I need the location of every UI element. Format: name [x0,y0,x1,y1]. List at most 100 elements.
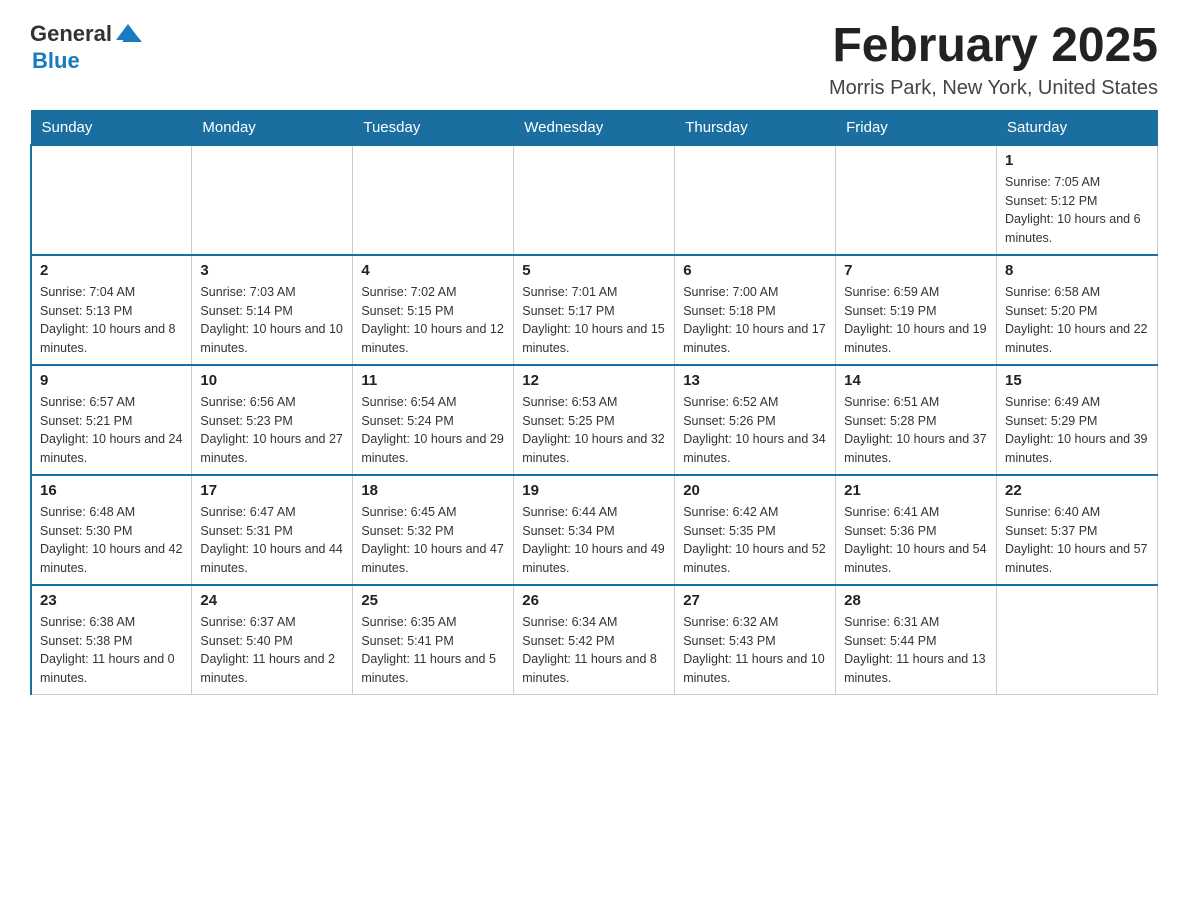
day-number: 26 [522,592,666,609]
day-number: 14 [844,372,988,389]
day-number: 12 [522,372,666,389]
calendar-week-row-1: 1 Sunrise: 7:05 AMSunset: 5:12 PMDaylight… [31,145,1158,255]
calendar-cell: 13 Sunrise: 6:52 AMSunset: 5:26 PMDayligh… [675,365,836,475]
day-number: 2 [40,262,183,279]
calendar-header-saturday: Saturday [997,110,1158,145]
day-number: 22 [1005,482,1149,499]
calendar-header-wednesday: Wednesday [514,110,675,145]
calendar-cell [997,585,1158,695]
day-info: Sunrise: 6:51 AMSunset: 5:28 PMDaylight:… [844,393,988,468]
calendar-cell: 15Sunrise: 6:49 AMSunset: 5:29 PMDayligh… [997,365,1158,475]
calendar-cell: 14 Sunrise: 6:51 AMSunset: 5:28 PMDayligh… [836,365,997,475]
day-info: Sunrise: 6:35 AMSunset: 5:41 PMDaylight:… [361,613,505,688]
logo-icon [114,20,142,48]
calendar-cell [675,145,836,255]
title-group: February 2025 Morris Park, New York, Uni… [829,20,1158,100]
day-number: 7 [844,262,988,279]
day-number: 11 [361,372,505,389]
day-number: 17 [200,482,344,499]
day-number: 4 [361,262,505,279]
calendar-cell: 9 Sunrise: 6:57 AMSunset: 5:21 PMDaylight… [31,365,192,475]
calendar-cell: 24 Sunrise: 6:37 AMSunset: 5:40 PMDayligh… [192,585,353,695]
day-info: Sunrise: 6:42 AMSunset: 5:35 PMDaylight:… [683,503,827,578]
day-number: 28 [844,592,988,609]
day-number: 21 [844,482,988,499]
calendar-cell: 11 Sunrise: 6:54 AMSunset: 5:24 PMDayligh… [353,365,514,475]
day-info: Sunrise: 6:40 AMSunset: 5:37 PMDaylight:… [1005,503,1149,578]
calendar-header-tuesday: Tuesday [353,110,514,145]
day-number: 5 [522,262,666,279]
day-number: 18 [361,482,505,499]
day-number: 8 [1005,262,1149,279]
day-info: Sunrise: 7:04 AMSunset: 5:13 PMDaylight:… [40,283,183,358]
day-info: Sunrise: 6:37 AMSunset: 5:40 PMDaylight:… [200,613,344,688]
day-number: 20 [683,482,827,499]
day-info: Sunrise: 6:41 AMSunset: 5:36 PMDaylight:… [844,503,988,578]
calendar-cell: 3Sunrise: 7:03 AMSunset: 5:14 PMDaylight… [192,255,353,365]
calendar-cell: 5 Sunrise: 7:01 AMSunset: 5:17 PMDaylight… [514,255,675,365]
day-info: Sunrise: 6:47 AMSunset: 5:31 PMDaylight:… [200,503,344,578]
day-info: Sunrise: 6:34 AMSunset: 5:42 PMDaylight:… [522,613,666,688]
day-number: 25 [361,592,505,609]
day-info: Sunrise: 7:01 AMSunset: 5:17 PMDaylight:… [522,283,666,358]
day-number: 13 [683,372,827,389]
logo: General Blue [30,20,142,74]
calendar-cell: 23 Sunrise: 6:38 AMSunset: 5:38 PMDayligh… [31,585,192,695]
calendar-title: February 2025 [829,20,1158,73]
calendar-cell [836,145,997,255]
calendar-cell: 1 Sunrise: 7:05 AMSunset: 5:12 PMDaylight… [997,145,1158,255]
day-number: 19 [522,482,666,499]
day-info: Sunrise: 6:57 AMSunset: 5:21 PMDaylight:… [40,393,183,468]
day-info: Sunrise: 6:53 AMSunset: 5:25 PMDaylight:… [522,393,666,468]
day-info: Sunrise: 6:49 AMSunset: 5:29 PMDaylight:… [1005,393,1149,468]
day-info: Sunrise: 7:02 AMSunset: 5:15 PMDaylight:… [361,283,505,358]
calendar-week-row-4: 16Sunrise: 6:48 AMSunset: 5:30 PMDayligh… [31,475,1158,585]
calendar-cell: 4 Sunrise: 7:02 AMSunset: 5:15 PMDaylight… [353,255,514,365]
calendar-cell: 27Sunrise: 6:32 AMSunset: 5:43 PMDayligh… [675,585,836,695]
calendar-cell: 6 Sunrise: 7:00 AMSunset: 5:18 PMDaylight… [675,255,836,365]
calendar-header-monday: Monday [192,110,353,145]
day-number: 6 [683,262,827,279]
calendar-week-row-5: 23 Sunrise: 6:38 AMSunset: 5:38 PMDayligh… [31,585,1158,695]
calendar-cell: 20 Sunrise: 6:42 AMSunset: 5:35 PMDayligh… [675,475,836,585]
calendar-header-friday: Friday [836,110,997,145]
day-info: Sunrise: 7:03 AMSunset: 5:14 PMDaylight:… [200,283,344,358]
page-header: General Blue February 2025 Morris Park, … [30,20,1158,100]
day-number: 16 [40,482,183,499]
calendar-cell: 2 Sunrise: 7:04 AMSunset: 5:13 PMDaylight… [31,255,192,365]
calendar-cell: 8Sunrise: 6:58 AMSunset: 5:20 PMDaylight… [997,255,1158,365]
calendar-cell: 19 Sunrise: 6:44 AMSunset: 5:34 PMDayligh… [514,475,675,585]
calendar-cell [514,145,675,255]
day-number: 23 [40,592,183,609]
day-number: 27 [683,592,827,609]
day-info: Sunrise: 6:59 AMSunset: 5:19 PMDaylight:… [844,283,988,358]
logo-text-blue: Blue [32,48,80,74]
day-number: 24 [200,592,344,609]
calendar-cell: 7 Sunrise: 6:59 AMSunset: 5:19 PMDaylight… [836,255,997,365]
calendar-cell: 17 Sunrise: 6:47 AMSunset: 5:31 PMDayligh… [192,475,353,585]
calendar-cell: 16Sunrise: 6:48 AMSunset: 5:30 PMDayligh… [31,475,192,585]
calendar-cell: 25 Sunrise: 6:35 AMSunset: 5:41 PMDayligh… [353,585,514,695]
day-info: Sunrise: 6:44 AMSunset: 5:34 PMDaylight:… [522,503,666,578]
day-number: 9 [40,372,183,389]
day-number: 10 [200,372,344,389]
day-info: Sunrise: 6:45 AMSunset: 5:32 PMDaylight:… [361,503,505,578]
day-info: Sunrise: 6:56 AMSunset: 5:23 PMDaylight:… [200,393,344,468]
day-info: Sunrise: 6:38 AMSunset: 5:38 PMDaylight:… [40,613,183,688]
calendar-cell: 26 Sunrise: 6:34 AMSunset: 5:42 PMDayligh… [514,585,675,695]
calendar-table: SundayMondayTuesdayWednesdayThursdayFrid… [30,110,1158,695]
calendar-cell [192,145,353,255]
calendar-cell [31,145,192,255]
day-info: Sunrise: 6:54 AMSunset: 5:24 PMDaylight:… [361,393,505,468]
calendar-cell [353,145,514,255]
day-info: Sunrise: 7:05 AMSunset: 5:12 PMDaylight:… [1005,173,1149,248]
calendar-header-thursday: Thursday [675,110,836,145]
day-info: Sunrise: 6:31 AMSunset: 5:44 PMDaylight:… [844,613,988,688]
calendar-week-row-2: 2 Sunrise: 7:04 AMSunset: 5:13 PMDaylight… [31,255,1158,365]
calendar-cell: 28 Sunrise: 6:31 AMSunset: 5:44 PMDayligh… [836,585,997,695]
calendar-cell: 18 Sunrise: 6:45 AMSunset: 5:32 PMDayligh… [353,475,514,585]
day-info: Sunrise: 7:00 AMSunset: 5:18 PMDaylight:… [683,283,827,358]
calendar-week-row-3: 9 Sunrise: 6:57 AMSunset: 5:21 PMDaylight… [31,365,1158,475]
day-info: Sunrise: 6:52 AMSunset: 5:26 PMDaylight:… [683,393,827,468]
day-number: 1 [1005,152,1149,169]
